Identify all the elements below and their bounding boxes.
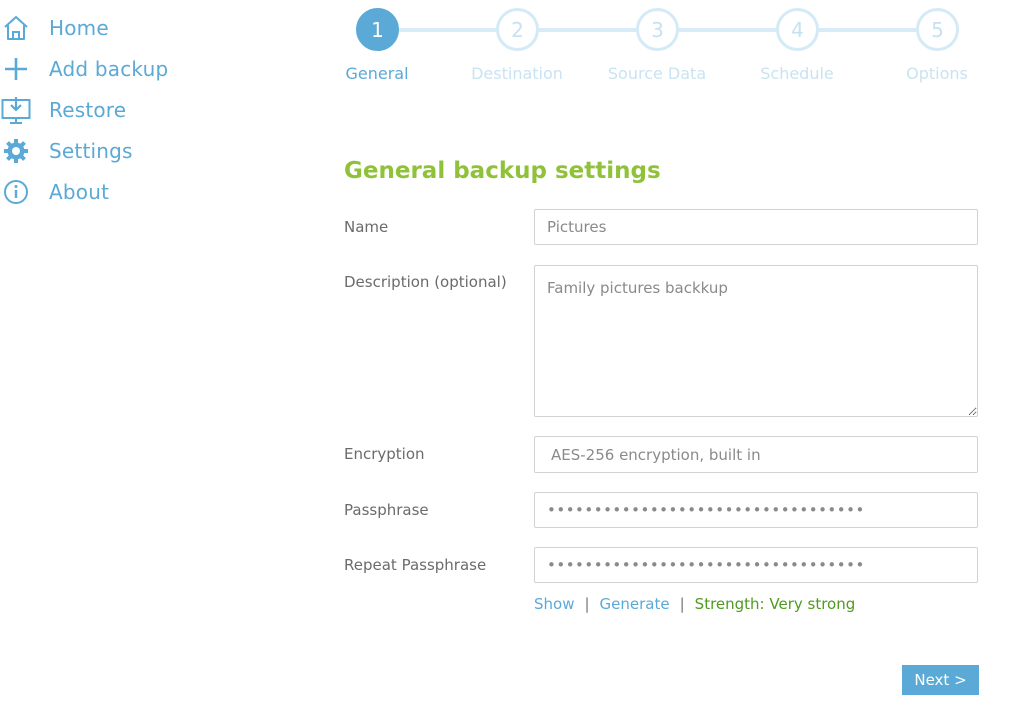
repeat-passphrase-label: Repeat Passphrase [344,556,487,574]
repeat-passphrase-input[interactable] [534,547,978,583]
separator: | [584,595,590,613]
passphrase-label: Passphrase [344,501,429,519]
encryption-label: Encryption [344,445,425,463]
sidebar-item-label: Add backup [49,57,169,81]
step-number: 3 [636,8,679,51]
name-input[interactable] [534,209,978,245]
page-title: General backup settings [344,158,661,184]
step-label: Destination [471,64,563,83]
step-source-data[interactable]: 3 Source Data [607,8,707,98]
strength-indicator: Strength: Very strong [694,595,856,613]
sidebar-item-settings[interactable]: Settings [0,133,220,169]
sidebar-item-add-backup[interactable]: Add backup [0,51,220,87]
sidebar-item-label: Settings [49,139,133,163]
sidebar-item-about[interactable]: About [0,174,220,210]
step-number: 5 [916,8,959,51]
description-label: Description (optional) [344,273,507,291]
separator: | [679,595,685,613]
passphrase-tools: Show | Generate | Strength: Very strong [534,595,855,613]
generate-passphrase-link[interactable]: Generate [600,595,670,613]
sidebar-item-home[interactable]: Home [0,10,220,46]
step-label: Source Data [607,64,707,83]
show-passphrase-link[interactable]: Show [534,595,574,613]
restore-icon [1,95,31,125]
name-label: Name [344,218,389,236]
encryption-selected-value: AES-256 encryption, built in [551,445,761,464]
step-number: 4 [776,8,819,51]
gear-icon [1,136,31,166]
step-label: General [345,64,409,83]
step-options[interactable]: 5 Options [887,8,987,98]
step-number: 1 [356,8,399,51]
sidebar-item-label: Home [49,16,109,40]
passphrase-input[interactable] [534,492,978,528]
step-label: Schedule [760,64,834,83]
info-icon [1,177,31,207]
step-number: 2 [496,8,539,51]
step-general[interactable]: 1 General [327,8,427,98]
wizard-stepper: 1 General 2 Destination 3 Source Data 4 … [330,0,1020,100]
plus-icon [1,54,31,84]
sidebar-item-label: About [49,180,110,204]
encryption-select[interactable]: AES-256 encryption, built in [534,436,978,473]
sidebar-item-label: Restore [49,98,127,122]
home-icon [1,13,31,43]
sidebar-item-restore[interactable]: Restore [0,92,220,128]
next-button[interactable]: Next > [902,665,979,695]
step-schedule[interactable]: 4 Schedule [747,8,847,98]
step-label: Options [906,64,968,83]
description-textarea[interactable]: Family pictures backkup [534,265,978,417]
step-destination[interactable]: 2 Destination [467,8,567,98]
